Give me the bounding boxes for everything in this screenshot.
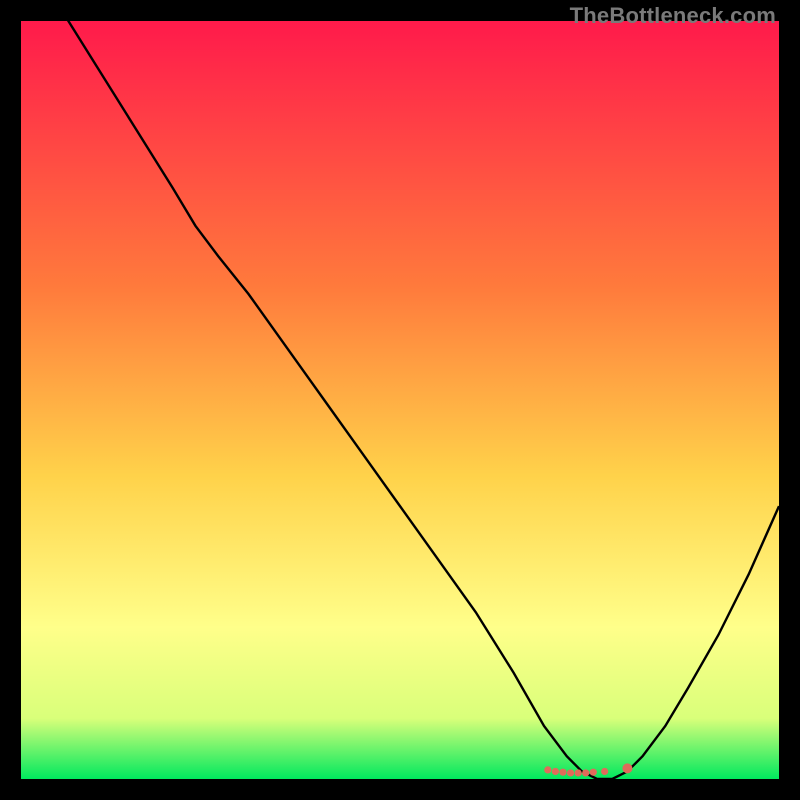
chart-frame (21, 21, 779, 779)
marker-point (559, 769, 566, 776)
marker-point (552, 768, 559, 775)
gradient-background (21, 21, 779, 779)
marker-point (590, 769, 597, 776)
chart-svg (21, 21, 779, 779)
marker-point (622, 763, 632, 773)
watermark-text: TheBottleneck.com (570, 3, 776, 29)
marker-point (544, 766, 551, 773)
marker-point (567, 769, 574, 776)
marker-point (601, 768, 608, 775)
marker-point (575, 769, 582, 776)
marker-point (582, 769, 589, 776)
